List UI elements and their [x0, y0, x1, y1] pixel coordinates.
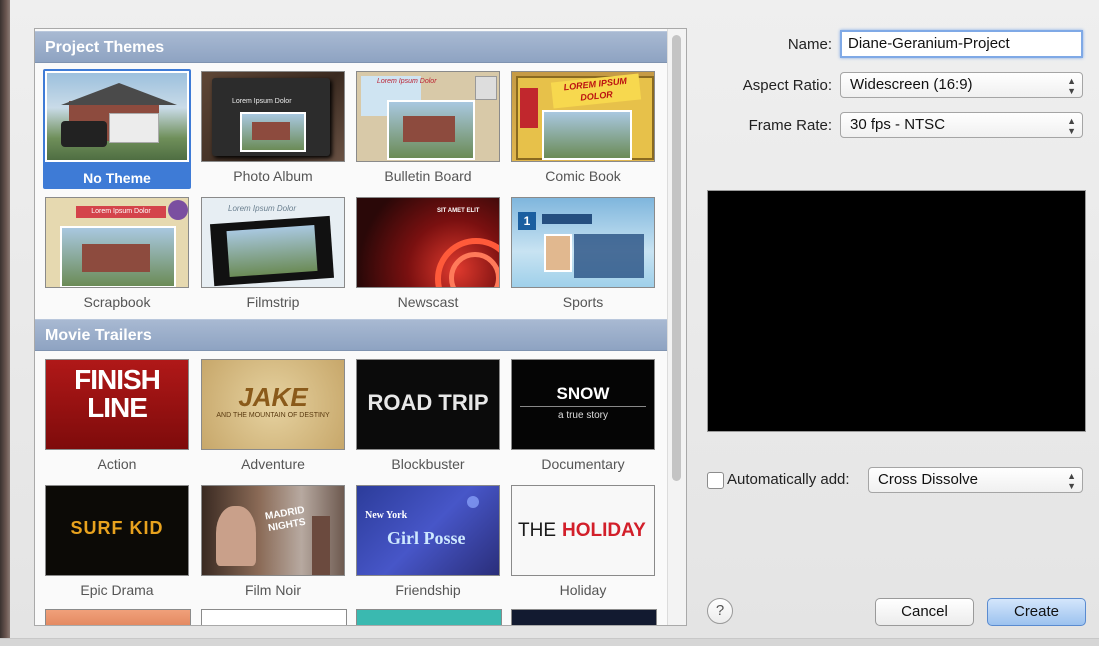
trailer-label: Documentary: [541, 456, 625, 472]
trailer-thumbnail-partial[interactable]: [45, 609, 191, 625]
project-name-input[interactable]: Diane-Geranium-Project: [840, 30, 1083, 58]
theme-thumbnail: Lorem Ipsum Dolor: [45, 197, 189, 288]
theme-tile-filmstrip[interactable]: Lorem Ipsum Dolor Filmstrip: [199, 195, 347, 315]
create-button[interactable]: Create: [987, 598, 1086, 626]
theme-tile-bulletin-board[interactable]: Lorem Ipsum Dolor Bulletin Board: [354, 69, 502, 189]
trailer-thumbnail: ROAD TRIP: [356, 359, 500, 450]
trailer-tile-friendship[interactable]: New York Girl Posse Friendship: [354, 483, 502, 603]
trailer-label: Holiday: [559, 582, 607, 598]
theme-thumbnail: Lorem Ipsum Dolor: [201, 197, 345, 288]
select-arrows-icon: ▲ ▼: [1067, 471, 1076, 491]
trailer-label: Film Noir: [245, 582, 301, 598]
frame-rate-value: 30 fps - NTSC: [850, 116, 946, 133]
auto-add-checkbox[interactable]: [707, 472, 724, 489]
name-label: Name:: [787, 36, 832, 53]
trailer-label: Epic Drama: [80, 582, 154, 598]
trailer-tile-action[interactable]: FINISH LINE Action: [43, 357, 191, 477]
theme-label: Filmstrip: [246, 294, 300, 310]
theme-thumbnail: SIT AMET ELIT: [356, 197, 500, 288]
auto-add-label: Automatically add:: [727, 471, 850, 488]
aspect-ratio-value: Widescreen (16:9): [850, 76, 973, 93]
new-project-dialog: Project Themes No Theme Lorem Ipsum Dolo…: [0, 0, 1099, 646]
transition-select[interactable]: Cross Dissolve ▲ ▼: [868, 467, 1083, 493]
trailer-thumbnail: SNOW a true story: [511, 359, 655, 450]
trailer-thumbnail: New York Girl Posse: [356, 485, 500, 576]
trailer-thumbnail-partial[interactable]: [356, 609, 502, 625]
theme-label: Photo Album: [233, 168, 313, 184]
theme-label: Sports: [562, 294, 604, 310]
theme-tile-scrapbook[interactable]: Lorem Ipsum Dolor Scrapbook: [43, 195, 191, 315]
trailer-label: Adventure: [241, 456, 305, 472]
theme-tile-newscast[interactable]: SIT AMET ELIT Newscast: [354, 195, 502, 315]
trailer-label: Action: [97, 456, 137, 472]
theme-label: Newscast: [397, 294, 459, 310]
frame-rate-select[interactable]: 30 fps - NTSC ▲ ▼: [840, 112, 1083, 138]
section-header-movie-trailers: Movie Trailers: [35, 319, 667, 351]
trailer-thumbnail: MADRID NIGHTS: [201, 485, 345, 576]
trailer-label: Friendship: [395, 582, 461, 598]
trailer-thumbnail: THE HOLIDAY: [511, 485, 655, 576]
transition-value: Cross Dissolve: [878, 471, 979, 488]
theme-label: Scrapbook: [83, 294, 151, 310]
trailer-thumbnail-partial[interactable]: [201, 609, 347, 625]
trailer-tile-epic-drama[interactable]: SURF KID Epic Drama: [43, 483, 191, 603]
select-arrows-icon: ▲ ▼: [1067, 116, 1076, 136]
theme-preview: [707, 190, 1086, 432]
select-arrows-icon: ▲ ▼: [1067, 76, 1076, 96]
theme-label: Bulletin Board: [384, 168, 472, 184]
trailer-tile-film-noir[interactable]: MADRID NIGHTS Film Noir: [199, 483, 347, 603]
window-edge: [0, 0, 10, 645]
help-button[interactable]: ?: [707, 598, 733, 624]
cancel-button[interactable]: Cancel: [875, 598, 974, 626]
scroll-thumb[interactable]: [672, 35, 681, 481]
theme-thumbnail: [45, 71, 189, 162]
trailer-thumbnail-partial[interactable]: [511, 609, 657, 625]
trailer-thumbnail: JAKE AND THE MOUNTAIN OF DESTINY: [201, 359, 345, 450]
theme-tile-no-theme[interactable]: No Theme: [43, 69, 191, 189]
trailer-tile-documentary[interactable]: SNOW a true story Documentary: [509, 357, 657, 477]
trailer-thumbnail: FINISH LINE: [45, 359, 189, 450]
section-header-project-themes: Project Themes: [35, 31, 667, 63]
trailer-tile-adventure[interactable]: JAKE AND THE MOUNTAIN OF DESTINY Adventu…: [199, 357, 347, 477]
theme-tile-photo-album[interactable]: Lorem Ipsum Dolor Photo Album: [199, 69, 347, 189]
theme-gallery[interactable]: Project Themes No Theme Lorem Ipsum Dolo…: [34, 28, 687, 626]
trailer-tile-holiday[interactable]: THE HOLIDAY Holiday: [509, 483, 657, 603]
trailer-thumbnail: SURF KID: [45, 485, 189, 576]
aspect-ratio-label: Aspect Ratio:: [742, 77, 832, 94]
theme-thumbnail: Lorem Ipsum Dolor: [356, 71, 500, 162]
trailer-tile-blockbuster[interactable]: ROAD TRIP Blockbuster: [354, 357, 502, 477]
theme-thumbnail: 1: [511, 197, 655, 288]
theme-thumbnail: Lorem Ipsum Dolor: [201, 71, 345, 162]
theme-tile-sports[interactable]: 1 Sports: [509, 195, 657, 315]
trailer-label: Blockbuster: [391, 456, 465, 472]
theme-label: Comic Book: [545, 168, 621, 184]
aspect-ratio-select[interactable]: Widescreen (16:9) ▲ ▼: [840, 72, 1083, 98]
theme-label: No Theme: [83, 170, 151, 186]
frame-rate-label: Frame Rate:: [748, 117, 832, 134]
